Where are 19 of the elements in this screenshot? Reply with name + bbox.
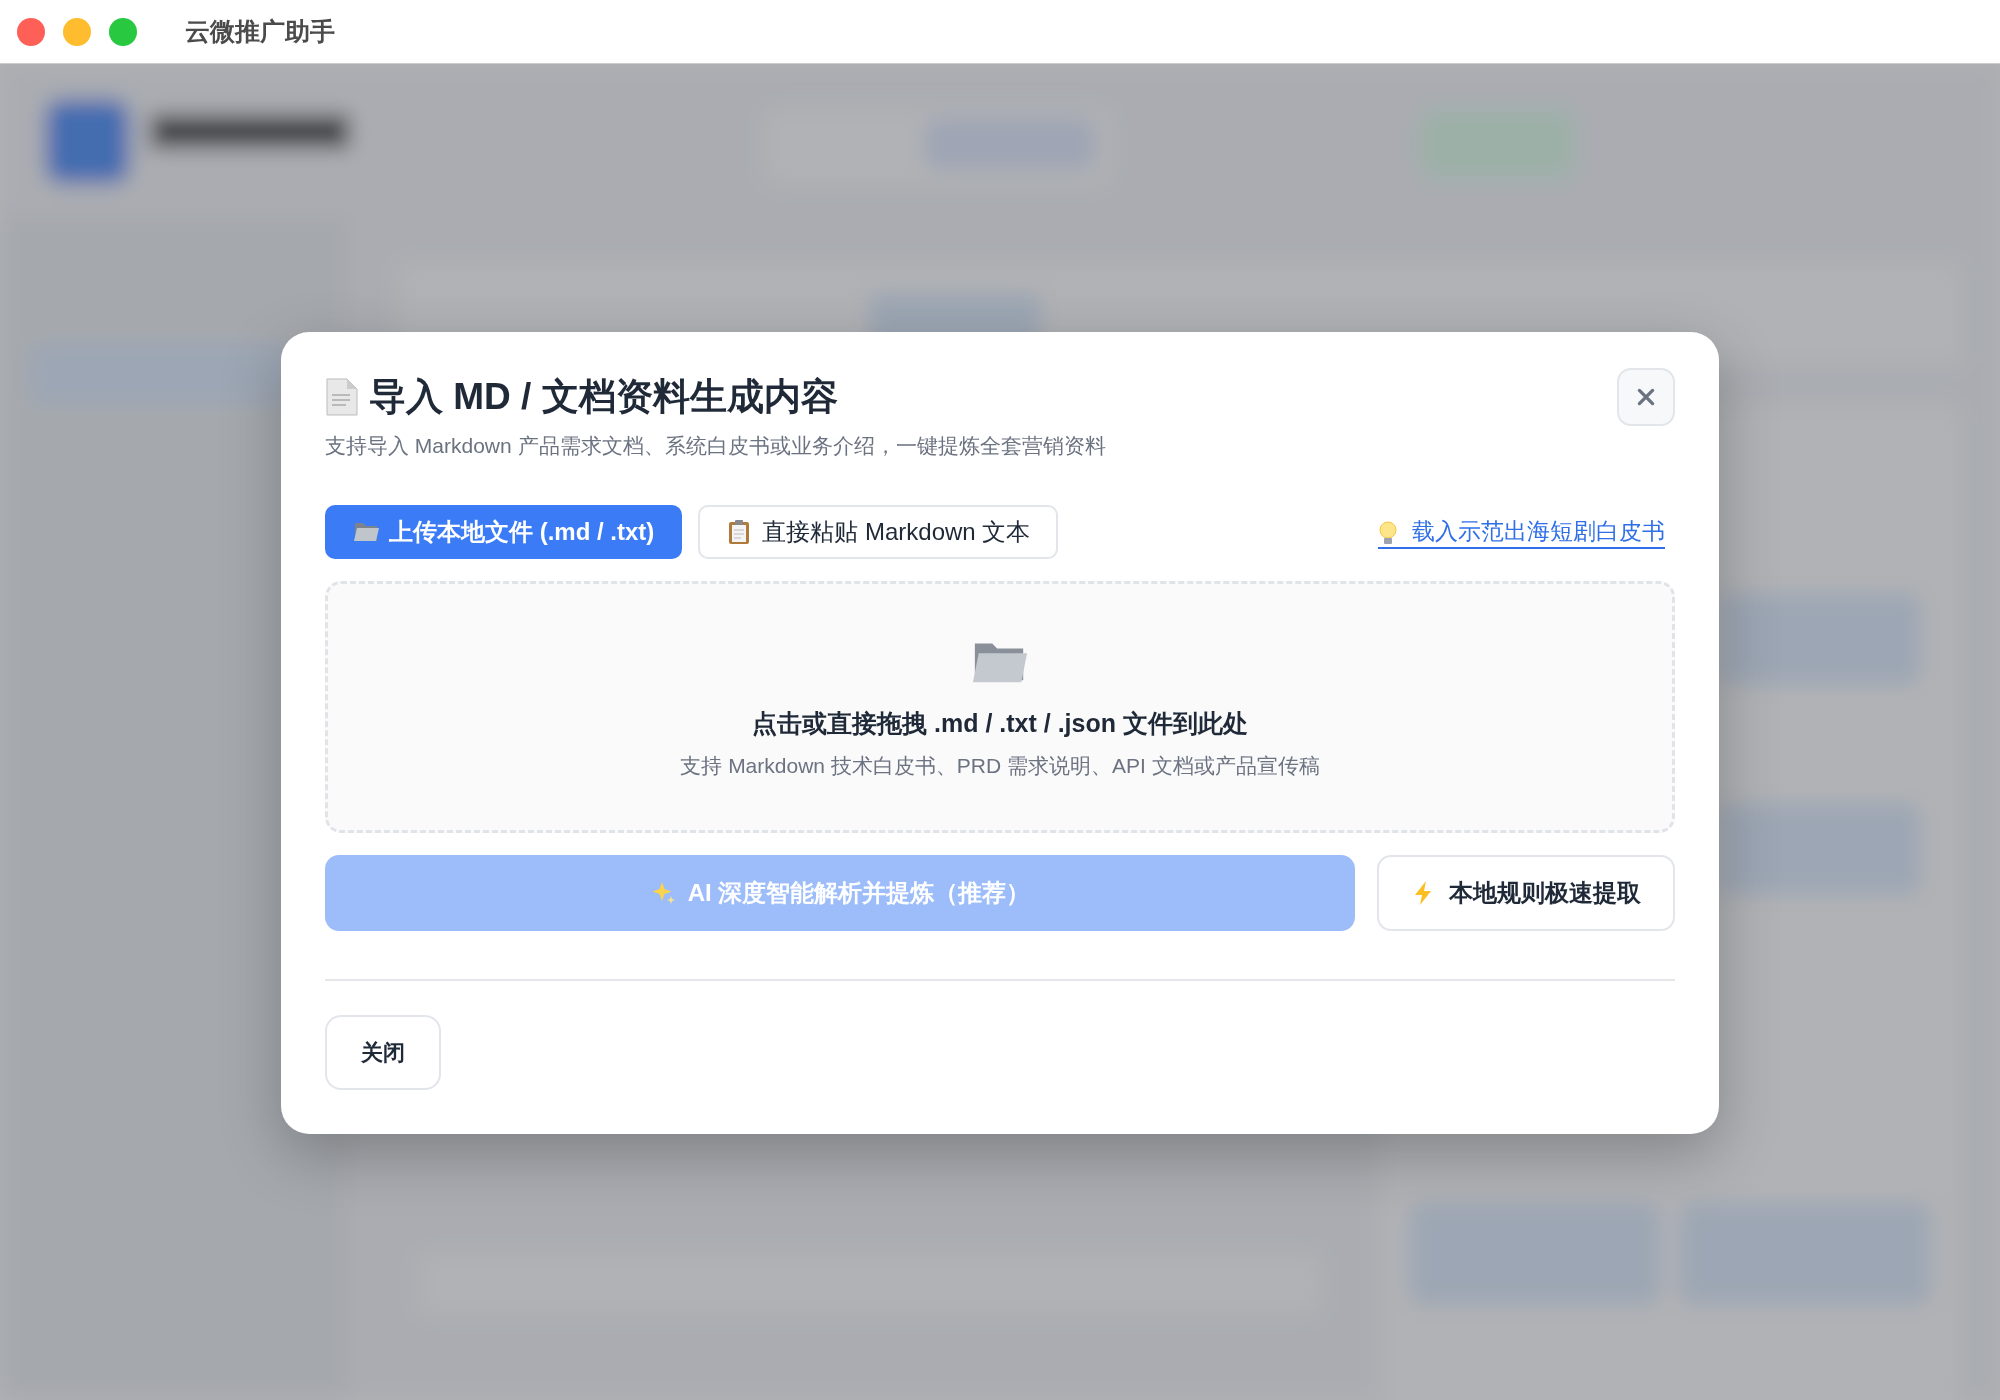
lightbulb-icon [1378, 520, 1398, 547]
drop-zone-title: 点击或直接拖拽 .md / .txt / .json 文件到此处 [752, 707, 1248, 739]
sample-link[interactable]: 载入示范出海短剧白皮书 [1378, 515, 1665, 549]
close-dialog-button[interactable]: 关闭 [325, 1015, 441, 1090]
dialog-title: 导入 MD / 文档资料生成内容 [369, 375, 838, 419]
dialog-subtitle: 支持导入 Markdown 产品需求文档、系统白皮书或业务介绍，一键提炼全套营销资料 [325, 433, 1106, 459]
close-button[interactable] [1617, 368, 1675, 426]
file-drop-zone[interactable]: 点击或直接拖拽 .md / .txt / .json 文件到此处 支持 Markdown 技术白皮书、PRD 需求说明、API 文档或产品宣传稿 [325, 581, 1675, 833]
document-icon [325, 377, 359, 417]
zoom-window-button[interactable] [109, 17, 137, 46]
sparkles-icon [649, 880, 676, 906]
drop-zone-hint: 支持 Markdown 技术白皮书、PRD 需求说明、API 文档或产品宣传稿 [680, 752, 1320, 779]
local-extract-button[interactable]: 本地规则极速提取 [1377, 855, 1675, 931]
source-tab[interactable]: 上传本地文件 (.md / .txt) [325, 505, 683, 559]
minimize-window-button[interactable] [63, 17, 91, 46]
source-tab[interactable]: 直接粘贴 Markdown 文本 [698, 505, 1059, 559]
window-title: 云微推广助手 [185, 16, 335, 47]
close-icon [1635, 386, 1657, 408]
close-window-button[interactable] [17, 17, 45, 46]
